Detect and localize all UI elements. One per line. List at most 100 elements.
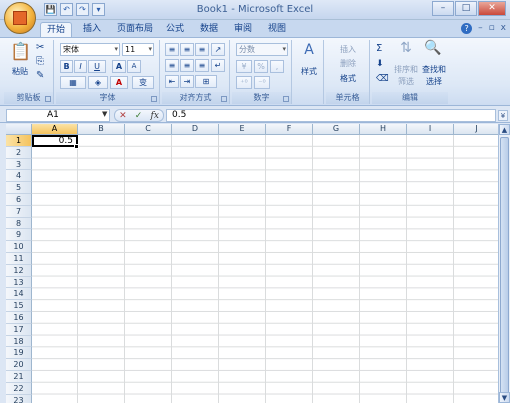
column-header[interactable]: B — [78, 124, 125, 135]
percent-button[interactable]: % — [254, 60, 268, 73]
bottom-align-icon[interactable]: ≡ — [195, 43, 209, 56]
top-align-icon[interactable]: ≡ — [165, 43, 179, 56]
merge-center-icon[interactable]: ⊞ — [195, 75, 217, 88]
insert-cells-button[interactable]: 插入 — [328, 44, 368, 55]
row-header[interactable]: 8 — [6, 217, 32, 230]
paste-label[interactable]: 粘贴 — [8, 66, 32, 77]
tab-home[interactable]: 开始 — [40, 22, 72, 37]
help-icon[interactable]: ? — [461, 23, 473, 34]
vertical-scrollbar[interactable]: ▲ ▼ — [498, 124, 510, 403]
worksheet-grid[interactable]: A B C D E F G H I J 1 2 3 4 5 6 7 8 9 10… — [0, 124, 500, 403]
column-header[interactable]: F — [266, 124, 313, 135]
autosum-button[interactable]: Σ — [376, 43, 382, 54]
delete-cells-button[interactable]: 删除 — [328, 58, 368, 69]
row-header[interactable]: 19 — [6, 347, 32, 360]
paste-icon[interactable]: 📋 — [10, 42, 31, 62]
format-cells-button[interactable]: 格式 — [328, 73, 368, 84]
align-left-icon[interactable]: ≡ — [165, 59, 179, 72]
format-painter-icon[interactable]: ✎ — [36, 70, 44, 81]
row-header[interactable]: 21 — [6, 371, 32, 383]
column-header[interactable]: D — [172, 124, 219, 135]
middle-align-icon[interactable]: ≡ — [180, 43, 194, 56]
workbook-close-button[interactable]: x — [501, 23, 506, 34]
dialog-launcher-icon[interactable] — [151, 96, 157, 102]
currency-icon[interactable]: ¥ — [236, 60, 252, 73]
row-header[interactable]: 23 — [6, 394, 32, 403]
dialog-launcher-icon[interactable] — [45, 96, 51, 102]
cancel-button[interactable]: ✕ — [119, 111, 127, 121]
tab-insert[interactable]: 插入 — [78, 22, 106, 37]
formula-input[interactable]: 0.5 — [166, 109, 496, 122]
dialog-launcher-icon[interactable] — [283, 96, 289, 102]
row-header[interactable]: 10 — [6, 241, 32, 253]
row-header[interactable]: 6 — [6, 194, 32, 206]
bold-button[interactable]: B — [60, 60, 73, 73]
fill-handle[interactable] — [74, 144, 79, 149]
sort-filter-icon[interactable]: ⇅ — [394, 40, 418, 56]
sort-filter-label-1[interactable]: 排序和 — [392, 64, 420, 75]
cell-area[interactable] — [32, 135, 500, 403]
row-header[interactable]: 2 — [6, 146, 32, 159]
minimize-button[interactable]: – — [432, 1, 454, 16]
increase-decimal-icon[interactable]: ⁺⁰ — [236, 76, 252, 89]
styles-icon[interactable]: A — [298, 42, 320, 58]
close-button[interactable]: ✕ — [478, 1, 506, 16]
row-header[interactable]: 17 — [6, 323, 32, 336]
scroll-thumb[interactable] — [500, 137, 509, 397]
enter-button[interactable]: ✓ — [135, 111, 143, 121]
underline-button[interactable]: U — [88, 60, 106, 73]
insert-function-button[interactable]: fx — [150, 111, 158, 121]
fill-icon[interactable]: ⬇ — [376, 59, 384, 69]
decrease-decimal-icon[interactable]: ⁻⁰ — [254, 76, 270, 89]
shrink-font-button[interactable]: A — [127, 60, 141, 73]
wrap-text-icon[interactable]: ↵ — [211, 59, 225, 72]
fill-color-button[interactable]: ◈ — [88, 76, 108, 89]
copy-icon[interactable]: ⎘ — [36, 56, 44, 67]
workbook-restore-button[interactable]: ▫ — [489, 23, 495, 34]
styles-label[interactable]: 样式 — [296, 66, 322, 77]
dialog-launcher-icon[interactable] — [221, 96, 227, 102]
italic-button[interactable]: I — [74, 60, 87, 73]
column-header[interactable]: J — [454, 124, 500, 135]
maximize-button[interactable]: □ — [455, 1, 477, 16]
workbook-minimize-button[interactable]: – — [478, 23, 483, 34]
tab-page-layout[interactable]: 页面布局 — [112, 22, 158, 37]
column-header[interactable]: H — [360, 124, 407, 135]
scroll-up-icon[interactable]: ▲ — [499, 124, 510, 135]
align-center-icon[interactable]: ≡ — [180, 59, 194, 72]
row-header[interactable]: 9 — [6, 229, 32, 242]
column-header[interactable]: C — [125, 124, 172, 135]
find-select-icon[interactable]: 🔍 — [420, 40, 446, 56]
office-button[interactable] — [4, 2, 36, 34]
cut-icon[interactable]: ✂ — [36, 42, 44, 53]
sort-filter-label-2[interactable]: 筛选 — [392, 76, 420, 87]
row-header[interactable]: 4 — [6, 170, 32, 183]
font-size-select[interactable]: 11 — [122, 43, 154, 56]
font-name-select[interactable]: 宋体 — [60, 43, 120, 56]
orientation-icon[interactable]: ↗ — [211, 43, 225, 56]
row-header[interactable]: 20 — [6, 359, 32, 371]
column-header[interactable]: I — [407, 124, 454, 135]
column-header[interactable]: E — [219, 124, 266, 135]
row-header[interactable]: 7 — [6, 205, 32, 218]
row-header[interactable]: 13 — [6, 276, 32, 289]
row-header[interactable]: 1 — [6, 135, 32, 147]
row-header[interactable]: 15 — [6, 300, 32, 312]
expand-formula-bar-button[interactable]: ¥ — [498, 110, 508, 121]
align-right-icon[interactable]: ≡ — [195, 59, 209, 72]
increase-indent-icon[interactable]: ⇥ — [180, 75, 194, 88]
select-all-button[interactable] — [6, 124, 32, 135]
tab-formulas[interactable]: 公式 — [162, 22, 188, 37]
scroll-down-icon[interactable]: ▼ — [499, 392, 510, 403]
row-header[interactable]: 11 — [6, 253, 32, 265]
comma-button[interactable]: , — [270, 60, 284, 73]
active-cell[interactable]: 0.5 — [32, 135, 78, 147]
row-header[interactable]: 12 — [6, 264, 32, 277]
chevron-down-icon[interactable]: ▼ — [102, 110, 107, 118]
find-select-label-2[interactable]: 选择 — [420, 76, 448, 87]
row-header[interactable]: 5 — [6, 182, 32, 194]
tab-review[interactable]: 审阅 — [230, 22, 256, 37]
column-header[interactable]: A — [32, 124, 78, 135]
tab-view[interactable]: 视图 — [264, 22, 290, 37]
font-color-button[interactable]: A — [110, 76, 128, 89]
